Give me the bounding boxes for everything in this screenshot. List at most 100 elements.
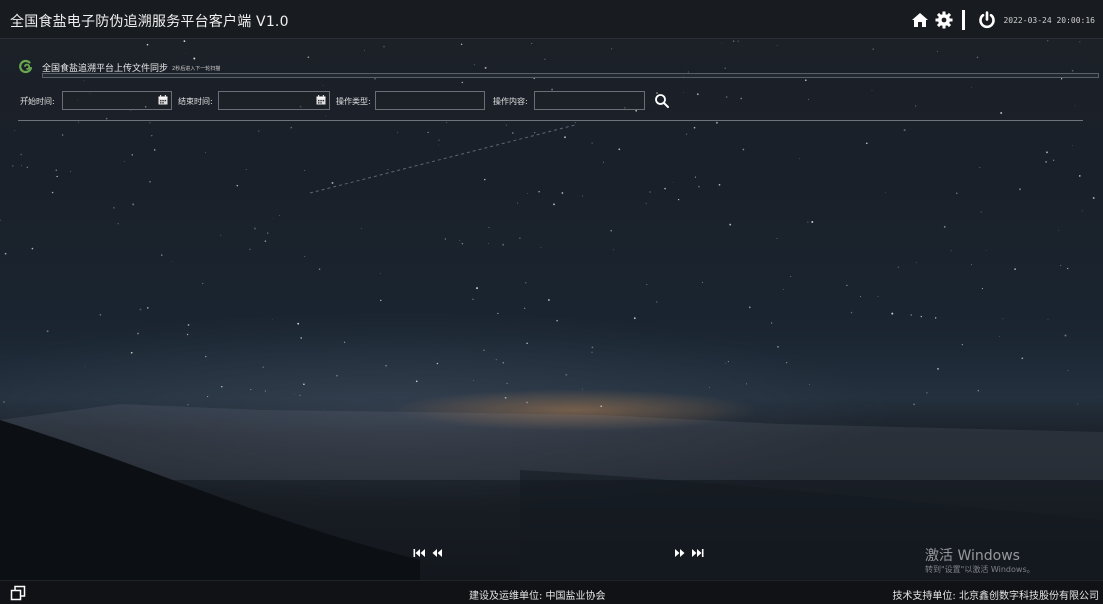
star <box>271 318 273 320</box>
star <box>524 307 526 309</box>
home-icon[interactable] <box>910 10 930 30</box>
pager-left <box>413 548 449 558</box>
search-icon[interactable] <box>654 93 670 109</box>
operation-type-label: 操作类型: <box>336 97 371 106</box>
star <box>55 169 57 171</box>
sync-logo-icon <box>19 59 33 74</box>
star <box>146 43 149 46</box>
star <box>304 169 306 172</box>
star <box>250 389 252 391</box>
star <box>519 237 521 239</box>
power-icon[interactable] <box>977 10 997 30</box>
star <box>472 298 474 301</box>
star <box>262 366 264 368</box>
star <box>495 358 497 361</box>
star <box>1060 264 1062 266</box>
star <box>534 132 536 134</box>
star <box>1014 268 1016 270</box>
star <box>672 181 674 183</box>
star <box>950 250 952 252</box>
gear-icon[interactable] <box>934 10 954 30</box>
star <box>132 203 135 206</box>
star <box>117 223 119 225</box>
star <box>290 126 293 129</box>
star <box>279 215 281 216</box>
first-page-icon[interactable] <box>413 548 427 558</box>
last-page-icon[interactable] <box>690 548 704 558</box>
star <box>859 295 861 297</box>
star <box>786 362 788 364</box>
star <box>322 85 324 87</box>
calendar-icon[interactable] <box>316 95 326 105</box>
star <box>556 319 558 322</box>
top-icons: 2022-03-24 20:00:16 <box>906 9 1095 31</box>
star <box>84 365 86 367</box>
window-restore-icon[interactable] <box>10 585 26 601</box>
star <box>205 152 206 153</box>
star <box>1046 151 1048 154</box>
star <box>460 43 463 46</box>
star <box>385 364 387 367</box>
star <box>304 256 306 257</box>
star <box>185 53 187 55</box>
operation-content-label: 操作内容: <box>493 97 528 106</box>
star <box>937 368 939 370</box>
star <box>850 311 853 314</box>
star <box>977 390 979 392</box>
star <box>187 404 189 406</box>
activation-watermark-title: 激活 Windows <box>925 548 1020 564</box>
star <box>897 266 900 268</box>
datetime-display: 2022-03-24 20:00:16 <box>1003 15 1095 25</box>
star <box>613 249 615 251</box>
star <box>733 40 735 42</box>
star <box>610 229 613 232</box>
star <box>727 361 729 363</box>
star <box>976 56 979 59</box>
star <box>380 272 381 274</box>
star <box>702 281 704 283</box>
filter-bar: 开始时间: 结束时间: 操作类型: 操作内容: <box>0 91 1103 113</box>
star <box>1077 403 1079 405</box>
end-time-label: 结束时间: <box>178 97 213 106</box>
star <box>12 165 14 167</box>
star <box>380 299 382 302</box>
star <box>1021 357 1024 360</box>
star <box>770 322 773 324</box>
prev-page-icon[interactable] <box>431 548 445 558</box>
star <box>4 252 7 255</box>
star <box>459 240 461 241</box>
end-time-input[interactable] <box>218 91 330 110</box>
star <box>1079 41 1081 43</box>
star <box>364 49 365 51</box>
star <box>171 260 172 262</box>
star <box>187 324 190 326</box>
star <box>971 87 972 89</box>
star <box>1045 161 1047 163</box>
sync-progress-bar <box>42 73 1099 78</box>
star <box>245 169 247 171</box>
star <box>221 385 223 388</box>
star <box>61 134 64 136</box>
star <box>273 218 274 220</box>
star <box>150 134 153 137</box>
star <box>147 307 149 309</box>
start-time-input[interactable] <box>62 91 172 110</box>
star <box>505 124 507 126</box>
app-title: 全国食盐电子防伪追溯服务平台客户端 V1.0 <box>10 14 289 30</box>
operation-content-input[interactable] <box>534 91 645 110</box>
star <box>307 56 310 59</box>
star <box>698 185 700 188</box>
star <box>746 383 748 385</box>
calendar-icon[interactable] <box>158 95 168 105</box>
star <box>1019 188 1021 191</box>
next-page-icon[interactable] <box>672 548 686 558</box>
star <box>891 312 894 315</box>
star <box>979 167 981 168</box>
star <box>611 48 613 50</box>
star <box>56 175 58 178</box>
star <box>656 301 658 303</box>
star <box>484 66 487 69</box>
operation-type-input[interactable] <box>375 91 485 110</box>
star <box>415 380 418 383</box>
star <box>396 132 398 134</box>
